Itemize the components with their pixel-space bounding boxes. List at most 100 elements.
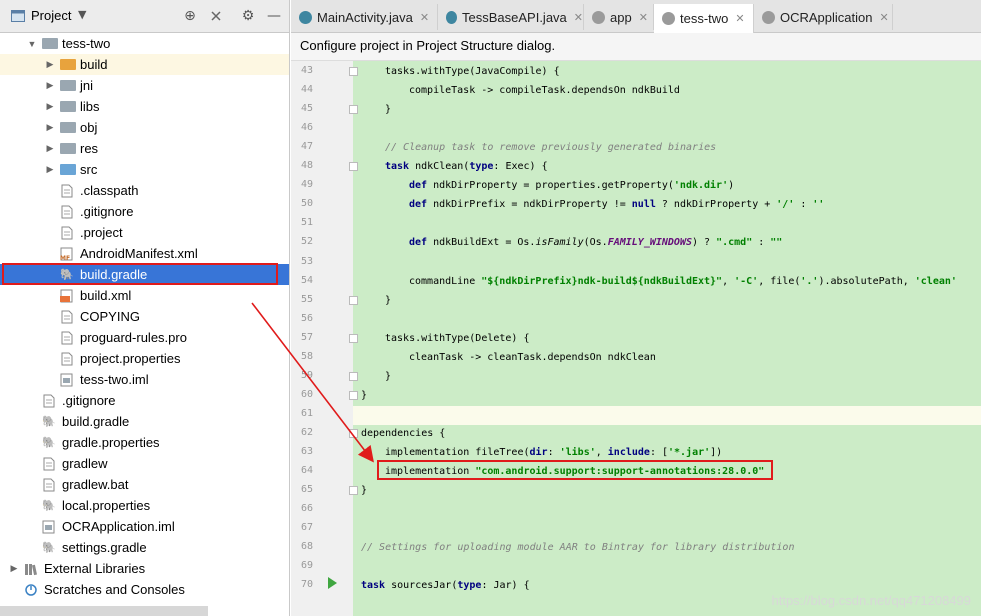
project-tool-window: Project ▼ ⊕ ⚙ — ▼ tess-two ▶ build ▶ jni ▶ libs… (0, 0, 290, 616)
editor-tab[interactable]: app ✕ (584, 4, 654, 30)
tree-item-label: build (80, 57, 108, 72)
file-icon (60, 226, 76, 240)
code-line[interactable]: task sourcesJar(type: Jar) { (361, 580, 530, 591)
tree-item[interactable]: ▶ src (0, 159, 289, 180)
code-line[interactable]: def ndkBuildExt = Os.isFamily(Os.FAMILY_… (409, 237, 782, 248)
code-line[interactable]: // Cleanup task to remove previously gen… (385, 142, 716, 153)
run-gutter-icon[interactable] (328, 577, 337, 589)
code-line[interactable]: dependencies { (361, 428, 445, 439)
tree-item[interactable]: .gitignore (0, 390, 289, 411)
close-icon[interactable]: ✕ (574, 11, 583, 24)
code-line[interactable]: implementation fileTree(dir: 'libs', inc… (385, 447, 722, 458)
tree-item[interactable]: .classpath (0, 180, 289, 201)
tree-item-label: .classpath (80, 183, 139, 198)
notification-bar[interactable]: Configure project in Project Structure d… (291, 33, 981, 61)
file-icon (42, 394, 58, 408)
line-number: 56 (300, 312, 313, 324)
editor-tab[interactable]: TessBaseAPI.java ✕ (438, 4, 584, 30)
tree-item[interactable]: ▶ External Libraries (0, 558, 289, 579)
close-icon[interactable]: ✕ (880, 11, 889, 24)
code-editor[interactable]: 43 44 45 46 47 48 49 50 51 52 53 54 55 56 57 58 59 60 61 62… (291, 61, 981, 616)
fold-marker-icon[interactable] (349, 390, 358, 400)
line-number: 58 (300, 350, 313, 362)
code-line[interactable]: tasks.withType(Delete) { (385, 333, 530, 344)
code-line[interactable]: def ndkDirPrefix = ndkDirProperty != nul… (409, 199, 824, 210)
editor-tab-label: TessBaseAPI.java (462, 9, 567, 25)
file-icon (60, 331, 76, 345)
code-line[interactable]: } (385, 295, 391, 306)
collapsed-arrow-icon[interactable]: ▶ (44, 101, 56, 113)
fold-marker-icon[interactable] (349, 162, 358, 172)
collapsed-arrow-icon[interactable]: ▶ (44, 143, 56, 155)
expanded-arrow-icon[interactable]: ▼ (26, 38, 38, 50)
collapsed-arrow-icon[interactable]: ▶ (44, 164, 56, 176)
code-line[interactable]: commandLine "${ndkDirPrefix}ndk-build${n… (409, 276, 957, 287)
manifest-icon: MF (60, 247, 76, 262)
tree-item[interactable]: Scratches and Consoles (0, 579, 289, 600)
tree-item[interactable]: ▶ build (0, 54, 289, 75)
tree-item[interactable]: ▼ tess-two (0, 33, 289, 54)
tree-item[interactable]: proguard-rules.pro (0, 327, 289, 348)
code-line[interactable]: } (361, 485, 367, 496)
tree-item[interactable]: ▶ libs (0, 96, 289, 117)
tree-item[interactable]: gradlew (0, 453, 289, 474)
tree-item[interactable]: 🐘 gradle.properties (0, 432, 289, 453)
code-line[interactable]: def ndkDirProperty = properties.getPrope… (409, 180, 734, 191)
editor-tab[interactable]: tess-two ✕ (654, 4, 754, 33)
gear-icon[interactable]: ⚙ (239, 7, 257, 25)
tree-item[interactable]: OCRApplication.iml (0, 516, 289, 537)
minimize-icon[interactable]: — (265, 7, 283, 25)
tree-item[interactable]: ▶ obj (0, 117, 289, 138)
code-line[interactable]: } (385, 104, 391, 115)
code-line[interactable]: compileTask -> compileTask.dependsOn ndk… (409, 85, 680, 96)
tree-item[interactable]: 🐘 local.properties (0, 495, 289, 516)
fold-marker-icon[interactable] (349, 67, 358, 76)
code-line[interactable]: } (385, 371, 391, 382)
tree-item-label: jni (80, 78, 94, 93)
close-icon[interactable]: ✕ (420, 11, 429, 24)
collapsed-arrow-icon[interactable]: ▶ (44, 59, 56, 71)
editor-tab[interactable]: MainActivity.java ✕ (291, 4, 438, 30)
collapsed-arrow-icon[interactable]: ▶ (44, 80, 56, 92)
code-line[interactable]: // Settings for uploading module AAR to … (361, 542, 794, 553)
line-number-gutter: 43 44 45 46 47 48 49 50 51 52 53 54 55 56 57 58 59 60 61 62… (291, 61, 353, 616)
tree-item-label: res (80, 141, 99, 156)
crosshair-icon[interactable]: ⊕ (181, 7, 199, 25)
tree-item-label: build.gradle (62, 414, 130, 429)
tree-item[interactable]: ▶ jni (0, 75, 289, 96)
tree-item[interactable]: .gitignore (0, 201, 289, 222)
editor-tab[interactable]: OCRApplication ✕ (754, 4, 893, 30)
fold-marker-icon[interactable] (349, 428, 358, 438)
fold-marker-icon[interactable] (349, 295, 358, 305)
fold-marker-icon[interactable] (349, 486, 358, 496)
code-line[interactable]: task ndkClean(type: Exec) { (385, 161, 548, 172)
fold-marker-icon[interactable] (349, 333, 358, 343)
fold-marker-icon[interactable] (349, 371, 358, 381)
tree-item[interactable]: COPYING (0, 306, 289, 327)
code-line[interactable]: cleanTask -> cleanTask.dependsOn ndkClea… (409, 352, 656, 363)
horizontal-scrollbar[interactable] (0, 606, 208, 616)
project-view-title[interactable]: Project (31, 8, 71, 23)
tree-item[interactable]: build.xml (0, 285, 289, 306)
tree-item-label: project.properties (80, 351, 181, 366)
tree-item[interactable]: ▶ res (0, 138, 289, 159)
code-line[interactable]: } (361, 390, 367, 401)
tree-item[interactable]: tess-two.iml (0, 369, 289, 390)
line-number: 60 (300, 388, 313, 400)
tree-item[interactable]: .project (0, 222, 289, 243)
tree-item[interactable]: 🐘 build.gradle (0, 411, 289, 432)
tree-item[interactable]: MF AndroidManifest.xml (0, 243, 289, 264)
close-icon[interactable]: ✕ (639, 11, 648, 24)
tree-item[interactable]: 🐘 settings.gradle (0, 537, 289, 558)
editor-tab-label: app (610, 9, 632, 25)
close-icon[interactable]: ✕ (735, 12, 744, 25)
collapse-all-icon[interactable] (207, 7, 225, 25)
tree-item[interactable]: gradlew.bat (0, 474, 289, 495)
line-number: 68 (300, 541, 313, 553)
chevron-down-icon[interactable]: ▼ (78, 8, 86, 21)
fold-marker-icon[interactable] (349, 105, 358, 115)
code-line[interactable]: tasks.withType(JavaCompile) { (385, 66, 560, 77)
collapsed-arrow-icon[interactable]: ▶ (44, 122, 56, 134)
collapsed-arrow-icon[interactable]: ▶ (8, 563, 20, 575)
tree-item[interactable]: project.properties (0, 348, 289, 369)
